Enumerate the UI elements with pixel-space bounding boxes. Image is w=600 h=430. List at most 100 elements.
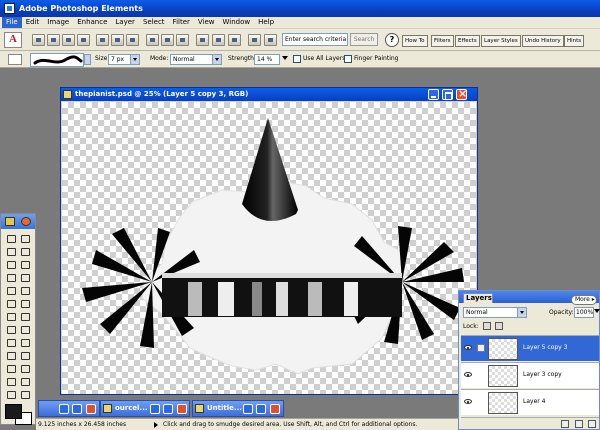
magic-wand-icon[interactable] bbox=[5, 272, 17, 282]
layer-row[interactable]: Layer 3 copy bbox=[461, 362, 599, 388]
selection-brush-icon[interactable] bbox=[19, 272, 31, 282]
finger-painting-checkbox[interactable] bbox=[344, 55, 352, 63]
document-title-bar[interactable]: thepianist.psd @ 25% (Layer 5 copy 3, RG… bbox=[61, 88, 477, 101]
layer-row[interactable]: Layer 5 copy 3 bbox=[461, 335, 599, 361]
toolbox-header[interactable] bbox=[1, 214, 35, 229]
clone-stamp-icon[interactable] bbox=[19, 311, 31, 321]
close-icon[interactable] bbox=[86, 404, 96, 414]
chevron-down-icon[interactable] bbox=[517, 308, 526, 317]
menu-select[interactable]: Select bbox=[139, 17, 169, 28]
bin-tab-effects[interactable]: Effects bbox=[455, 35, 480, 47]
print-icon[interactable] bbox=[126, 34, 139, 46]
shape-tool-icon[interactable] bbox=[19, 350, 31, 360]
online-services-icon[interactable] bbox=[161, 34, 174, 46]
trash-icon[interactable] bbox=[588, 420, 596, 428]
gradient-icon[interactable] bbox=[5, 350, 17, 360]
import-icon[interactable] bbox=[77, 34, 90, 46]
undo-icon[interactable] bbox=[212, 34, 225, 46]
zoom-icon[interactable] bbox=[19, 389, 31, 399]
save-for-web-icon[interactable] bbox=[111, 34, 124, 46]
use-all-layers-checkbox[interactable] bbox=[293, 55, 301, 63]
creations-icon[interactable] bbox=[176, 34, 189, 46]
search-button[interactable]: Search bbox=[350, 33, 378, 46]
maximize-icon[interactable] bbox=[163, 404, 173, 414]
marquee-tool-icon[interactable] bbox=[5, 259, 17, 269]
move-tool-icon[interactable] bbox=[19, 233, 31, 243]
menu-help[interactable]: Help bbox=[254, 17, 278, 28]
pencil-icon[interactable] bbox=[19, 324, 31, 334]
red-eye-icon[interactable] bbox=[19, 298, 31, 308]
sponge-icon[interactable] bbox=[19, 363, 31, 373]
lasso-tool-icon[interactable] bbox=[19, 259, 31, 269]
bin-tab-filters[interactable]: Filters bbox=[431, 35, 454, 47]
step-backward-icon[interactable] bbox=[196, 34, 209, 46]
eye-icon[interactable] bbox=[464, 372, 472, 377]
close-icon[interactable] bbox=[456, 87, 467, 100]
cookie-cutter-icon[interactable] bbox=[5, 298, 17, 308]
eye-icon[interactable] bbox=[464, 399, 472, 404]
search-input[interactable]: Enter search criteria bbox=[282, 33, 348, 46]
strength-dropdown-icon[interactable] bbox=[282, 56, 288, 60]
hand-tool-icon[interactable] bbox=[5, 246, 17, 256]
minimized-window-1[interactable] bbox=[38, 400, 100, 417]
eraser-icon[interactable] bbox=[5, 324, 17, 334]
maximize-icon[interactable] bbox=[442, 89, 453, 100]
save-icon[interactable] bbox=[96, 34, 109, 46]
restore-icon[interactable] bbox=[59, 404, 69, 414]
minimized-window-3[interactable]: Untitle... bbox=[192, 400, 284, 417]
chevron-down-icon[interactable] bbox=[212, 55, 221, 64]
blur-icon[interactable] bbox=[5, 363, 17, 373]
foreground-color-swatch[interactable] bbox=[5, 404, 22, 419]
opacity-dropdown-icon[interactable] bbox=[594, 309, 600, 313]
zoom-tool-icon[interactable] bbox=[5, 233, 17, 243]
close-icon[interactable] bbox=[177, 404, 187, 414]
crop-tool-icon[interactable] bbox=[19, 285, 31, 295]
lock-all-icon[interactable] bbox=[495, 322, 503, 330]
document-window[interactable]: thepianist.psd @ 25% (Layer 5 copy 3, RG… bbox=[60, 87, 478, 395]
email-icon[interactable] bbox=[146, 34, 159, 46]
bin-tab-layer-styles[interactable]: Layer Styles bbox=[481, 35, 521, 47]
bin-tab-how-to[interactable]: How To bbox=[402, 35, 428, 47]
restore-icon[interactable] bbox=[243, 404, 253, 414]
menu-enhance[interactable]: Enhance bbox=[73, 17, 111, 28]
layers-tab[interactable]: Layers bbox=[463, 293, 493, 303]
bin-tab-undo-history[interactable]: Undo History bbox=[522, 35, 564, 47]
size-field[interactable]: 7 px bbox=[108, 54, 140, 65]
type-tool-icon[interactable] bbox=[5, 285, 17, 295]
open-file-icon[interactable] bbox=[47, 34, 60, 46]
chevron-down-icon[interactable] bbox=[130, 55, 139, 64]
minimized-window-2[interactable]: ourcel... bbox=[100, 400, 190, 417]
eyedropper-icon[interactable] bbox=[19, 246, 31, 256]
status-menu-arrow-icon[interactable] bbox=[154, 422, 158, 428]
brush-icon[interactable] bbox=[5, 337, 17, 347]
maximize-icon[interactable] bbox=[256, 404, 266, 414]
adjustment-layer-icon[interactable] bbox=[575, 420, 583, 428]
healing-brush-icon[interactable] bbox=[5, 311, 17, 321]
restore-icon[interactable] bbox=[150, 404, 160, 414]
lock-transparency-icon[interactable] bbox=[483, 322, 491, 330]
menu-window[interactable]: Window bbox=[219, 17, 255, 28]
image-canvas[interactable] bbox=[62, 102, 476, 394]
smudge-tool-icon[interactable] bbox=[8, 54, 22, 65]
layer-row[interactable]: Layer 4 bbox=[461, 389, 599, 415]
eye-icon[interactable] bbox=[464, 345, 472, 350]
strength-field[interactable]: 14 % bbox=[254, 54, 280, 65]
new-file-icon[interactable] bbox=[32, 34, 45, 46]
opacity-input[interactable]: 100% bbox=[574, 307, 594, 318]
smudge-icon[interactable] bbox=[19, 376, 31, 386]
mode-select[interactable]: Normal bbox=[170, 54, 222, 65]
help-icon[interactable]: ? bbox=[385, 33, 399, 47]
close-icon[interactable] bbox=[270, 404, 280, 414]
menu-filter[interactable]: Filter bbox=[169, 17, 194, 28]
maximize-icon[interactable] bbox=[72, 404, 82, 414]
dodge-icon[interactable] bbox=[5, 376, 17, 386]
blend-mode-select[interactable]: Normal bbox=[463, 307, 527, 318]
menu-edit[interactable]: Edit bbox=[22, 17, 44, 28]
menu-view[interactable]: View bbox=[194, 17, 219, 28]
photo-browser-icon[interactable] bbox=[248, 34, 261, 46]
new-layer-icon[interactable] bbox=[561, 420, 569, 428]
more-button[interactable]: More ▸ bbox=[571, 295, 597, 305]
redo-icon[interactable] bbox=[228, 34, 241, 46]
menu-image[interactable]: Image bbox=[43, 17, 73, 28]
menu-file[interactable]: File bbox=[2, 17, 22, 28]
